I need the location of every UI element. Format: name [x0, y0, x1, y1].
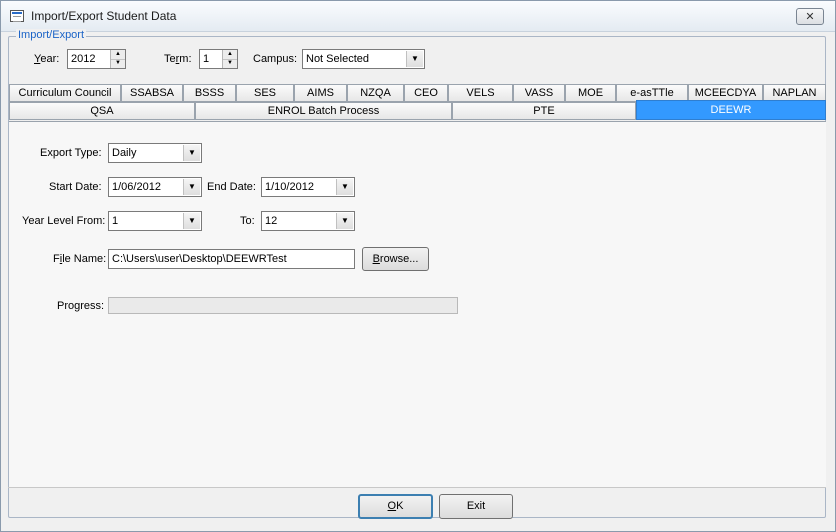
term-label: Term: — [164, 53, 192, 65]
campus-value: Not Selected — [306, 53, 369, 65]
export-type-value: Daily — [112, 147, 137, 159]
tab-enrol-batch-process[interactable]: ENROL Batch Process — [195, 102, 452, 120]
start-date-label: Start Date: — [49, 181, 102, 193]
year-level-to-select[interactable]: 12 ▼ — [261, 211, 355, 231]
end-date-label: End Date: — [207, 181, 256, 193]
footer-separator — [8, 487, 826, 488]
app-icon — [10, 10, 24, 22]
exit-button[interactable]: Exit — [439, 494, 513, 519]
year-value: 2012 — [71, 53, 96, 65]
tab-pte[interactable]: PTE — [452, 102, 636, 120]
chevron-down-icon[interactable]: ▼ — [336, 213, 353, 229]
close-button[interactable]: ✕ — [796, 8, 824, 25]
progress-label: Progress: — [57, 300, 105, 312]
tab-ssabsa[interactable]: SSABSA — [121, 84, 183, 102]
tab-vass[interactable]: VASS — [513, 84, 565, 102]
file-name-value: C:\Users\user\Desktop\DEEWRTest — [112, 253, 287, 265]
tab-qsa[interactable]: QSA — [9, 102, 195, 120]
chevron-down-icon[interactable]: ▼ — [183, 145, 200, 161]
chevron-down-icon[interactable]: ▼ — [183, 179, 200, 195]
window-title: Import/Export Student Data — [31, 9, 177, 23]
start-date-value: 1/06/2012 — [112, 181, 161, 193]
chevron-down-icon[interactable]: ▼ — [183, 213, 200, 229]
export-progress-bar — [108, 297, 458, 314]
spin-down-icon[interactable]: ▼ — [111, 59, 125, 68]
tab-bsss[interactable]: BSSS — [183, 84, 236, 102]
year-level-to-value: 12 — [265, 215, 278, 227]
tab-nzqa[interactable]: NZQA — [347, 84, 404, 102]
file-name-label: File Name: — [53, 253, 107, 265]
term-spinner[interactable]: 1 ▲ ▼ — [199, 49, 238, 69]
browse-button[interactable]: Browse... — [362, 247, 429, 271]
title-bar: Import/Export Student Data ✕ — [1, 1, 835, 32]
file-name-input[interactable]: C:\Users\user\Desktop\DEEWRTest — [108, 249, 355, 269]
end-date-value: 1/10/2012 — [265, 181, 314, 193]
tab-aims[interactable]: AIMS — [294, 84, 347, 102]
tab-curriculum-council[interactable]: Curriculum Council — [9, 84, 121, 102]
campus-select[interactable]: Not Selected ▼ — [302, 49, 425, 69]
year-level-from-select[interactable]: 1 ▼ — [108, 211, 202, 231]
term-spin-buttons[interactable]: ▲ ▼ — [222, 50, 237, 68]
spin-down-icon[interactable]: ▼ — [223, 59, 237, 68]
tab-ceo[interactable]: CEO — [404, 84, 448, 102]
start-date-picker[interactable]: 1/06/2012 ▼ — [108, 177, 202, 197]
chevron-down-icon[interactable]: ▼ — [406, 51, 423, 67]
export-type-select[interactable]: Daily ▼ — [108, 143, 202, 163]
year-level-from-value: 1 — [112, 215, 119, 227]
group-title: Import/Export — [16, 29, 87, 41]
end-date-picker[interactable]: 1/10/2012 ▼ — [261, 177, 355, 197]
campus-label: Campus: — [253, 53, 298, 65]
year-level-from-label: Year Level From: — [22, 215, 106, 227]
year-spin-buttons[interactable]: ▲ ▼ — [110, 50, 125, 68]
tab-deewr[interactable]: DEEWR — [636, 100, 826, 120]
tab-moe[interactable]: MOE — [565, 84, 616, 102]
year-label: Year: — [34, 53, 60, 65]
tab-vels[interactable]: VELS — [448, 84, 513, 102]
year-spinner[interactable]: 2012 ▲ ▼ — [67, 49, 126, 69]
chevron-down-icon[interactable]: ▼ — [336, 179, 353, 195]
ok-button[interactable]: OK — [358, 494, 433, 519]
to-label: To: — [240, 215, 255, 227]
term-value: 1 — [203, 53, 210, 65]
tab-ses[interactable]: SES — [236, 84, 294, 102]
export-type-label: Export Type: — [40, 147, 102, 159]
